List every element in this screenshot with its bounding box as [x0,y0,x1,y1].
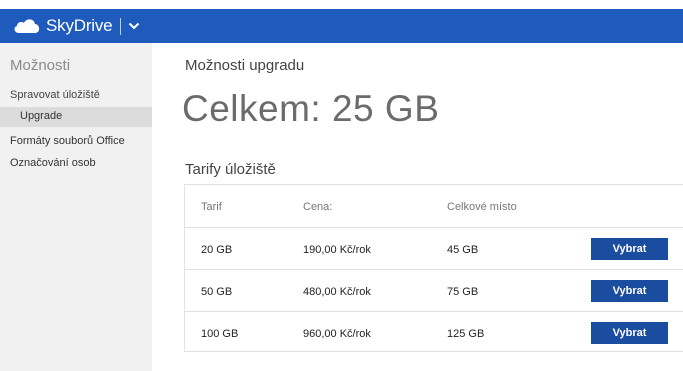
app-name: SkyDrive [46,16,113,35]
table-row: 100 GB 960,00 Kč/rok 125 GB Vybrat [185,311,683,354]
plan-price: 960,00 Kč/rok [303,328,371,340]
brand[interactable]: SkyDrive [12,9,140,43]
page-title: Možnosti upgradu [185,57,305,74]
plan-total-space: 125 GB [447,328,485,340]
plan-price: 480,00 Kč/rok [303,286,371,298]
plan-total-space: 75 GB [447,286,479,298]
app-header: SkyDrive [0,9,683,43]
plans-heading: Tarify úložiště [185,161,276,178]
sidebar-item-manage-storage[interactable]: Spravovat úložiště [10,89,100,101]
plan-price: 190,00 Kč/rok [303,244,371,256]
plan-size: 100 GB [201,328,239,340]
column-header-price: Cena: [303,201,333,213]
top-strip [0,0,683,9]
sidebar: Možnosti Spravovat úložiště Upgrade Form… [0,43,152,371]
select-plan-button[interactable]: Vybrat [591,238,668,260]
plans-table: Tarif Cena: Celkové místo 20 GB 190,00 K… [184,184,683,352]
sidebar-title: Možnosti [10,57,71,74]
sidebar-item-office-formats[interactable]: Formáty souborů Office [10,135,125,147]
sidebar-item-label: Upgrade [20,110,63,122]
total-storage: Celkem: 25 GB [182,88,440,129]
sidebar-item-upgrade[interactable]: Upgrade [0,107,152,127]
plan-total-space: 45 GB [447,244,479,256]
sidebar-item-people-tagging[interactable]: Označování osob [10,157,96,169]
brand-separator [120,17,122,35]
table-header: Tarif Cena: Celkové místo [185,185,683,227]
plan-size: 20 GB [201,244,233,256]
select-plan-button[interactable]: Vybrat [591,322,668,344]
plan-size: 50 GB [201,286,233,298]
cloud-icon [14,19,40,33]
select-plan-button[interactable]: Vybrat [591,280,668,302]
table-row: 20 GB 190,00 Kč/rok 45 GB Vybrat [185,227,683,270]
chevron-down-icon[interactable] [128,20,140,32]
column-header-plan: Tarif [201,201,222,213]
column-header-total-space: Celkové místo [447,201,517,213]
table-row: 50 GB 480,00 Kč/rok 75 GB Vybrat [185,269,683,312]
